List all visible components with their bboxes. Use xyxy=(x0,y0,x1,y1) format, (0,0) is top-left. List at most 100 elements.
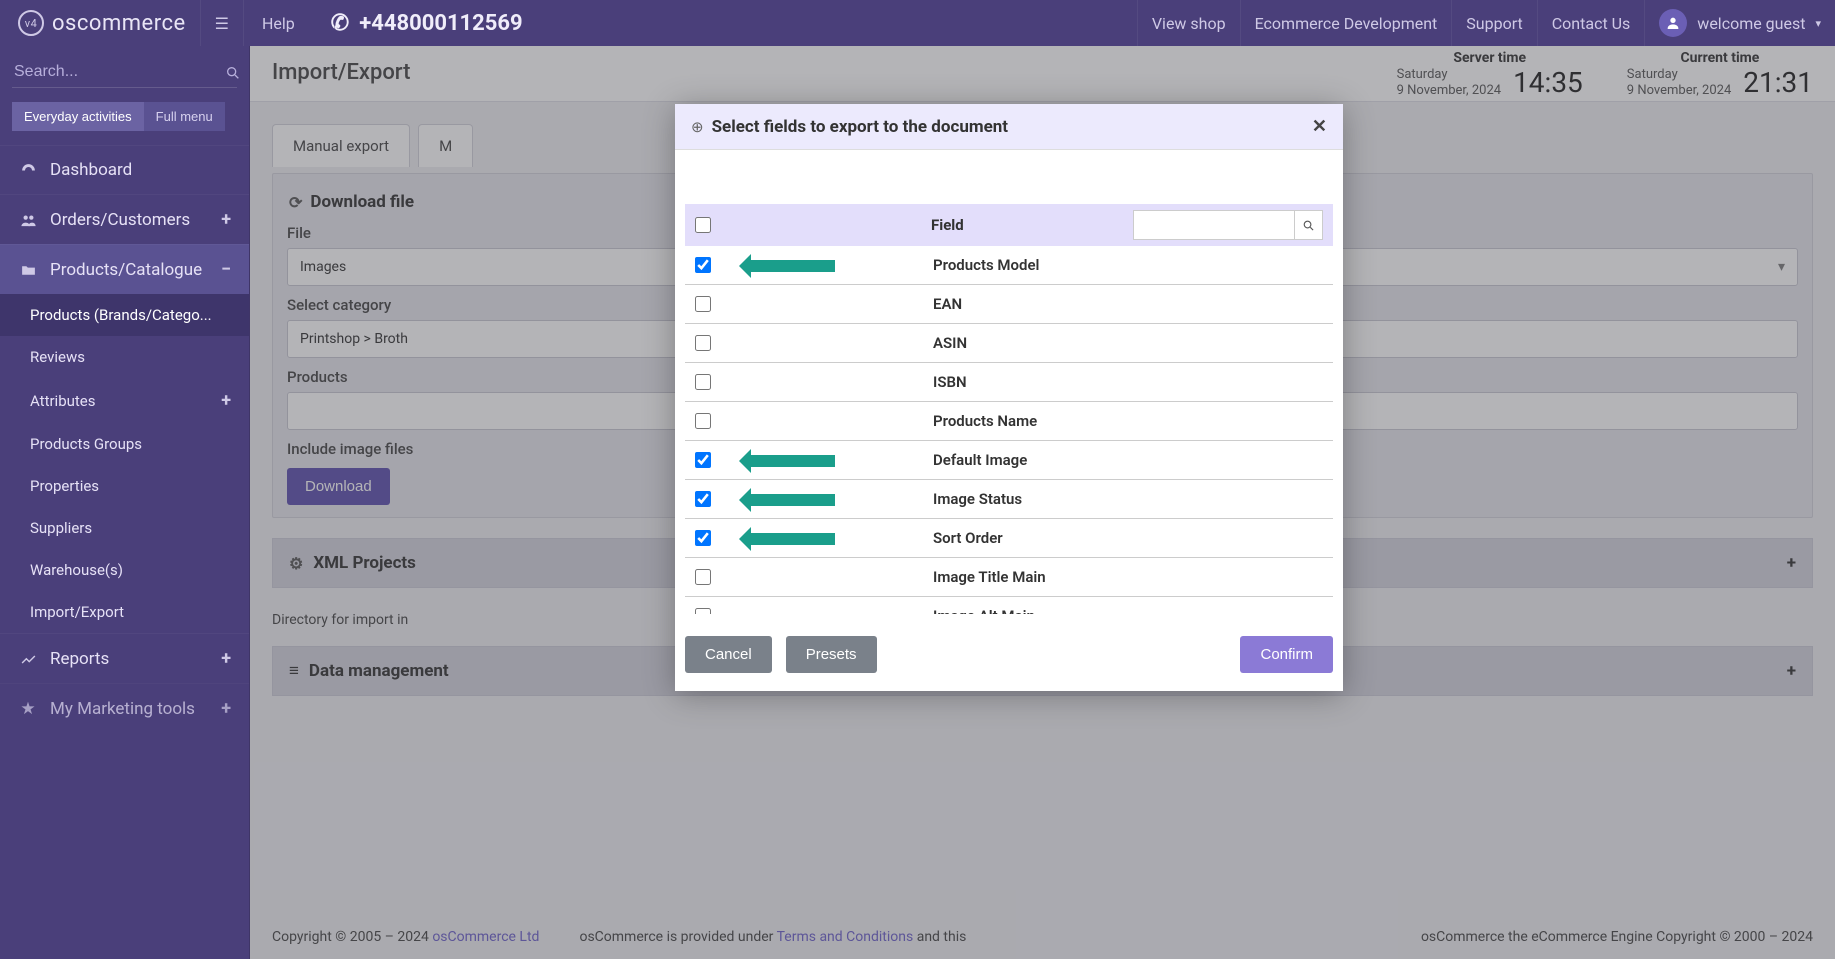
nav-groups[interactable]: Products Groups xyxy=(0,423,249,465)
view-shop-link[interactable]: View shop xyxy=(1137,0,1240,46)
nav-dashboard[interactable]: Dashboard xyxy=(0,145,249,194)
phone-link[interactable]: ✆ +448000112569 xyxy=(313,0,541,46)
field-checkbox[interactable] xyxy=(695,257,711,273)
nav-label: Products/Catalogue xyxy=(50,260,202,280)
everyday-toggle[interactable]: Everyday activities xyxy=(12,102,144,131)
collapse-icon: − xyxy=(221,259,231,280)
presets-button[interactable]: Presets xyxy=(786,636,877,673)
field-row[interactable]: Sort Order xyxy=(685,519,1333,558)
field-column-header: Field xyxy=(931,216,964,234)
nav-attributes[interactable]: Attributes + xyxy=(0,378,249,423)
main-content: Import/Export Server time Saturday 9 Nov… xyxy=(250,46,1835,959)
nav-label: Properties xyxy=(30,477,99,495)
field-name: EAN xyxy=(933,295,962,313)
annotation-arrow-icon xyxy=(745,455,835,467)
phone-icon: ✆ xyxy=(331,11,349,36)
user-avatar-icon xyxy=(1659,9,1687,37)
select-all-checkbox[interactable] xyxy=(695,217,711,233)
field-row[interactable]: Image Alt Main xyxy=(685,597,1333,614)
fields-list[interactable]: Field Products Model EAN ASIN ISBN Products … xyxy=(685,204,1333,614)
nav-label: Warehouse(s) xyxy=(30,561,123,579)
dev-link[interactable]: Ecommerce Development xyxy=(1240,0,1452,46)
sidebar-search[interactable] xyxy=(12,56,237,88)
field-name: Image Alt Main xyxy=(933,607,1035,614)
people-icon xyxy=(18,210,38,230)
expand-icon: + xyxy=(221,698,231,719)
modal-title: Select fields to export to the document xyxy=(712,117,1008,137)
dashboard-icon xyxy=(18,160,38,180)
expand-icon: + xyxy=(221,209,231,230)
field-checkbox[interactable] xyxy=(695,491,711,507)
modal-close-button[interactable]: ✕ xyxy=(1312,116,1327,137)
brand-badge-icon: v4 xyxy=(18,10,44,36)
nav-label: Products (Brands/Catego... xyxy=(30,306,212,324)
nav-catalogue[interactable]: Products/Catalogue − xyxy=(0,244,249,294)
sidebar-toggle[interactable]: ☰ xyxy=(200,0,244,46)
nav-label: Dashboard xyxy=(50,160,132,180)
annotation-arrow-icon xyxy=(745,533,835,545)
brand-logo[interactable]: v4 oscommerce xyxy=(0,0,200,46)
field-checkbox[interactable] xyxy=(695,530,711,546)
field-row[interactable]: Products Name xyxy=(685,402,1333,441)
plus-circle-icon: ⊕ xyxy=(691,118,704,136)
sidebar: Everyday activities Full menu Dashboard … xyxy=(0,46,250,959)
field-checkbox[interactable] xyxy=(695,452,711,468)
field-name: Image Title Main xyxy=(933,568,1046,586)
nav-suppliers[interactable]: Suppliers xyxy=(0,507,249,549)
nav-label: Products Groups xyxy=(30,435,142,453)
phone-number: +448000112569 xyxy=(359,11,522,36)
nav-warehouses[interactable]: Warehouse(s) xyxy=(0,549,249,591)
nav-properties[interactable]: Properties xyxy=(0,465,249,507)
field-name: Image Status xyxy=(933,490,1022,508)
field-row[interactable]: ASIN xyxy=(685,324,1333,363)
fullmenu-toggle[interactable]: Full menu xyxy=(144,102,225,131)
field-checkbox[interactable] xyxy=(695,335,711,351)
field-checkbox[interactable] xyxy=(695,608,711,614)
nav-label: Attributes xyxy=(30,392,96,410)
field-name: ISBN xyxy=(933,373,967,391)
field-search-button[interactable] xyxy=(1294,211,1322,239)
chart-icon xyxy=(18,649,38,669)
field-row[interactable]: Default Image xyxy=(685,441,1333,480)
nav-orders[interactable]: Orders/Customers + xyxy=(0,194,249,244)
search-input[interactable] xyxy=(14,63,221,81)
field-search[interactable] xyxy=(1133,210,1323,240)
nav-importexport[interactable]: Import/Export xyxy=(0,591,249,633)
topbar: v4 oscommerce ☰ Help ✆ +448000112569 Vie… xyxy=(0,0,1835,46)
nav-reviews[interactable]: Reviews xyxy=(0,336,249,378)
cancel-button[interactable]: Cancel xyxy=(685,636,772,673)
field-name: Products Model xyxy=(933,256,1039,274)
field-checkbox[interactable] xyxy=(695,413,711,429)
field-checkbox[interactable] xyxy=(695,569,711,585)
nav-reports[interactable]: Reports + xyxy=(0,633,249,683)
search-icon xyxy=(221,62,245,81)
field-name: Default Image xyxy=(933,451,1027,469)
field-row[interactable]: Image Title Main xyxy=(685,558,1333,597)
field-checkbox[interactable] xyxy=(695,374,711,390)
field-row[interactable]: Image Status xyxy=(685,480,1333,519)
field-name: Products Name xyxy=(933,412,1037,430)
topbar-right: View shop Ecommerce Development Support … xyxy=(1137,0,1835,46)
nav-label: Suppliers xyxy=(30,519,92,537)
export-fields-modal: ⊕ Select fields to export to the documen… xyxy=(675,104,1343,691)
nav-products[interactable]: Products (Brands/Catego... xyxy=(0,294,249,336)
field-row[interactable]: EAN xyxy=(685,285,1333,324)
help-link[interactable]: Help xyxy=(244,0,313,46)
user-menu[interactable]: welcome guest ▾ xyxy=(1644,0,1835,46)
nav-label: Reviews xyxy=(30,348,85,366)
annotation-arrow-icon xyxy=(745,494,835,506)
contact-link[interactable]: Contact Us xyxy=(1537,0,1645,46)
field-checkbox[interactable] xyxy=(695,296,711,312)
confirm-button[interactable]: Confirm xyxy=(1240,636,1333,673)
annotation-arrow-icon xyxy=(745,260,835,272)
nav-label: Reports xyxy=(50,649,109,669)
folder-icon xyxy=(18,260,38,280)
caret-down-icon: ▾ xyxy=(1815,17,1821,30)
field-name: Sort Order xyxy=(933,529,1003,547)
field-search-input[interactable] xyxy=(1134,211,1294,239)
expand-icon: + xyxy=(221,390,231,411)
nav-marketing[interactable]: ★ My Marketing tools + xyxy=(0,683,249,733)
field-row[interactable]: Products Model xyxy=(685,246,1333,285)
support-link[interactable]: Support xyxy=(1451,0,1536,46)
field-row[interactable]: ISBN xyxy=(685,363,1333,402)
